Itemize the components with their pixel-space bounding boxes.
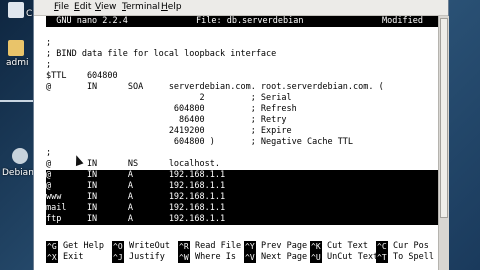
debian-desktop-icon[interactable] <box>12 148 28 164</box>
nano-title-bar: GNU nano 2.2.4 File: db.serverdebian Mod… <box>46 16 438 27</box>
shortcut-key-next-page: ^V <box>244 252 256 263</box>
selected-line-content: mail IN A 192.168.1.1 <box>46 203 226 213</box>
menu-help-label: elp <box>167 2 182 12</box>
selected-line-content: ftp IN A 192.168.1.1 <box>46 214 226 224</box>
scrollbar-thumb[interactable] <box>440 18 448 218</box>
shortcut-label-writeout: WriteOut <box>129 241 170 251</box>
nano-version: GNU nano 2.2.4 <box>46 16 128 26</box>
nano-status: Modified <box>382 16 434 26</box>
shortcut-label-uncut-text: UnCut Text <box>327 252 379 262</box>
menu-help-mnemonic: H <box>161 2 168 12</box>
shortcut-label-get-help: Get Help <box>63 241 104 251</box>
shortcut-key-writeout: ^O <box>112 241 124 252</box>
home-folder-desktop-label: admi <box>6 58 29 68</box>
computer-desktop-label: C <box>26 9 33 19</box>
menu-edit-label: dit <box>79 2 92 12</box>
shortcut-key-cut-text: ^K <box>310 241 322 252</box>
text-line-content: 86400 ; Retry <box>46 115 287 125</box>
selected-line-content: @ IN A 192.168.1.1 <box>46 181 226 191</box>
text-line-content: @ IN NS localhost. <box>46 159 220 169</box>
shortcut-label-prev-page: Prev Page <box>261 241 308 251</box>
nano-filename: File: db.serverdebian <box>196 16 304 26</box>
text-line-content: 2 ; Serial <box>46 93 292 103</box>
menu-view[interactable]: View <box>95 0 116 15</box>
menu-terminal-label: erminal <box>125 2 161 12</box>
shortcut-key-where-is: ^W <box>178 252 190 263</box>
text-line-content: 604800 ) ; Negative Cache TTL <box>46 137 354 147</box>
menu-file-label: ile <box>58 2 70 12</box>
shortcut-key-exit: ^X <box>46 252 58 263</box>
shortcut-key-read-file: ^R <box>178 241 190 252</box>
selected-text-line[interactable]: @ IN A 192.168.1.1 <box>46 170 438 181</box>
text-line-content: 604800 ; Refresh <box>46 104 297 114</box>
scrollbar[interactable] <box>438 16 449 270</box>
desktop-divider <box>0 100 33 102</box>
selected-line-content: www IN A 192.168.1.1 <box>46 192 226 202</box>
shortcut-label-where-is: Where Is <box>195 252 236 262</box>
shortcut-key-justify: ^J <box>112 252 124 263</box>
text-line-content: ; <box>46 38 52 48</box>
menu-edit[interactable]: Edit <box>74 0 91 15</box>
shortcut-key-prev-page: ^Y <box>244 241 256 252</box>
shortcut-key-get-help: ^G <box>46 241 58 252</box>
shortcut-key-to-spell: ^T <box>376 252 388 263</box>
selected-text-line[interactable]: @ IN A 192.168.1.1 <box>46 181 438 192</box>
shortcut-label-read-file: Read File <box>195 241 242 251</box>
selected-line-content: @ IN A 192.168.1.1 <box>46 170 226 180</box>
menu-terminal[interactable]: Terminal <box>122 0 160 15</box>
text-line-content: @ IN SOA serverdebian.com. root.serverde… <box>46 82 384 92</box>
menu-help[interactable]: Help <box>161 0 182 15</box>
shortcut-label-next-page: Next Page <box>261 252 308 262</box>
text-line-content: ; <box>46 60 52 70</box>
menu-view-label: iew <box>100 2 117 12</box>
terminal-window: File Edit View Terminal Help GNU nano 2.… <box>33 0 449 270</box>
menu-bar: File Edit View Terminal Help <box>34 0 448 16</box>
menu-file[interactable]: File <box>54 0 69 15</box>
shortcut-key-uncut-text: ^U <box>310 252 322 263</box>
selected-text-line[interactable]: mail IN A 192.168.1.1 <box>46 203 438 214</box>
debian-desktop-label: Debian <box>2 168 34 178</box>
selected-text-line[interactable]: ftp IN A 192.168.1.1 <box>46 214 438 225</box>
computer-desktop-icon[interactable] <box>8 2 24 18</box>
shortcut-label-cur-pos: Cur Pos <box>393 241 429 251</box>
shortcut-label-justify: Justify <box>129 252 165 262</box>
selected-text-line[interactable]: www IN A 192.168.1.1 <box>46 192 438 203</box>
text-line-content: 2419200 ; Expire <box>46 126 292 136</box>
text-line-content: ; <box>46 148 52 158</box>
shortcut-key-cur-pos: ^C <box>376 241 388 252</box>
shortcut-label-to-spell: To Spell <box>393 252 434 262</box>
home-folder-desktop-icon[interactable] <box>8 40 24 56</box>
text-line-content: ; BIND data file for local loopback inte… <box>46 49 277 59</box>
shortcut-label-exit: Exit <box>63 252 84 262</box>
text-line-content: $TTL 604800 <box>46 71 118 81</box>
shortcut-label-cut-text: Cut Text <box>327 241 368 251</box>
